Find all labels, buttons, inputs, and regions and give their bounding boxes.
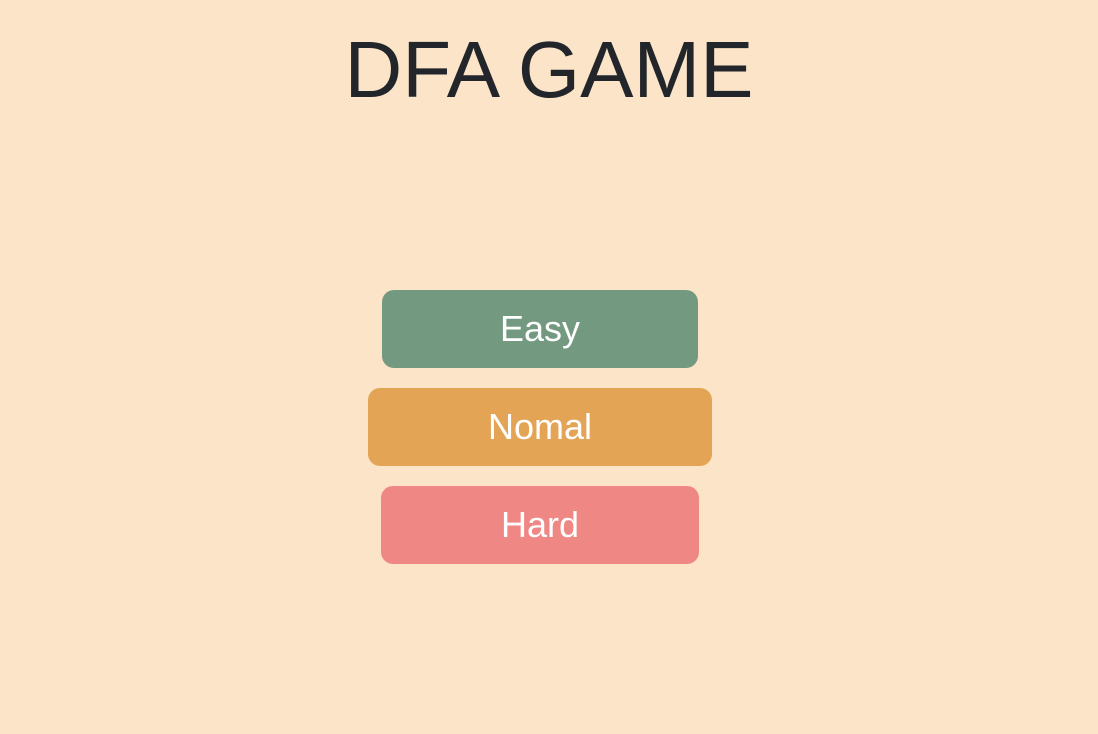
game-start-screen: DFA GAME Easy Nomal Hard: [0, 0, 1098, 734]
hard-button[interactable]: Hard: [381, 486, 699, 564]
easy-button[interactable]: Easy: [382, 290, 698, 368]
normal-button[interactable]: Nomal: [368, 388, 712, 466]
difficulty-menu: Easy Nomal Hard: [0, 0, 1098, 734]
